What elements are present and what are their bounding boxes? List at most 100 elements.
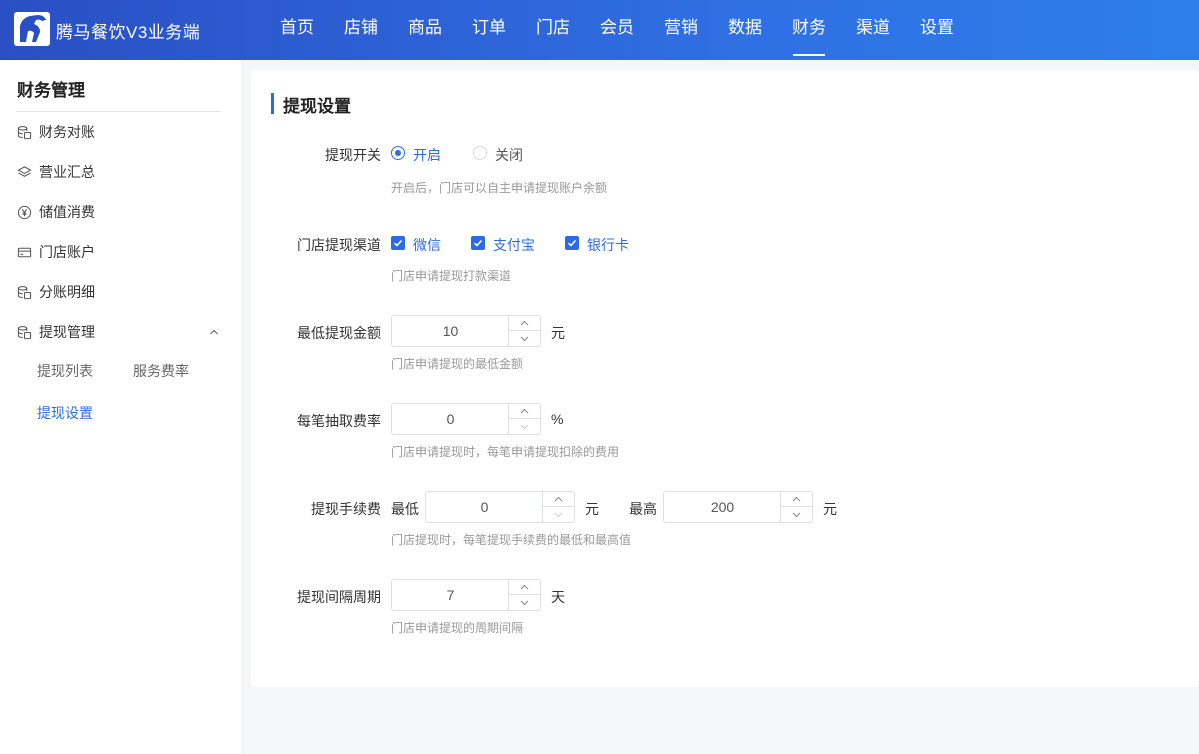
interval-unit: 天 xyxy=(551,589,565,605)
fee-rate-unit: % xyxy=(551,411,564,427)
sidebar-item-withdraw-management[interactable]: 提现管理 xyxy=(17,322,95,342)
nav-finance[interactable]: 财务 xyxy=(777,0,841,60)
nav-channels[interactable]: 渠道 xyxy=(841,0,905,60)
settings-card: 提现设置 提现开关 开启 关闭 开启后，门店可以自主申请提现账户余额 门店提现渠… xyxy=(251,70,1199,687)
coin-stack-icon xyxy=(17,125,32,139)
interval-input[interactable]: 7 xyxy=(391,579,541,611)
sidebar-item-label: 财务对账 xyxy=(39,124,95,140)
decrease-button[interactable] xyxy=(781,507,812,522)
check-icon xyxy=(473,239,483,247)
nav-orders[interactable]: 订单 xyxy=(457,0,521,60)
interval-hint: 门店申请提现的周期间隔 xyxy=(391,621,524,635)
handling-fee-max-unit: 元 xyxy=(823,501,837,517)
nav-shop[interactable]: 店铺 xyxy=(329,0,393,60)
coin-stack-icon xyxy=(17,325,32,339)
sidebar-sub-service-rate[interactable]: 服务费率 xyxy=(133,361,189,381)
nav-marketing[interactable]: 营销 xyxy=(649,0,713,60)
fee-rate-label: 每笔抽取费率 xyxy=(297,413,381,429)
sidebar-title: 财务管理 xyxy=(17,81,85,100)
fee-rate-value[interactable]: 0 xyxy=(392,404,509,434)
sidebar-divider xyxy=(16,111,221,112)
yen-circle-icon xyxy=(17,205,32,219)
nav-settings[interactable]: 设置 xyxy=(905,0,969,60)
nav-members[interactable]: 会员 xyxy=(585,0,649,60)
checkbox-wechat[interactable] xyxy=(391,236,405,250)
increase-button[interactable] xyxy=(781,492,812,507)
nav-data[interactable]: 数据 xyxy=(713,0,777,60)
checkbox-alipay-label[interactable]: 支付宝 xyxy=(493,235,535,255)
chevron-up-icon xyxy=(554,496,563,502)
handling-fee-min-unit: 元 xyxy=(585,501,599,517)
min-amount-value[interactable]: 10 xyxy=(392,316,509,346)
min-amount-input[interactable]: 10 xyxy=(391,315,541,347)
sidebar-sub-withdraw-list[interactable]: 提现列表 xyxy=(37,361,93,381)
checkbox-alipay[interactable] xyxy=(471,236,485,250)
stepper-buttons xyxy=(780,492,812,522)
handling-fee-min-label: 最低 xyxy=(391,501,419,517)
sidebar-item-label: 储值消费 xyxy=(39,204,95,220)
channels-hint: 门店申请提现打款渠道 xyxy=(391,269,512,283)
decrease-button[interactable] xyxy=(543,507,574,522)
title-accent-bar xyxy=(271,93,274,114)
sidebar-sub-withdraw-settings[interactable]: 提现设置 xyxy=(37,403,93,423)
increase-button[interactable] xyxy=(509,404,540,419)
stepper-buttons xyxy=(508,580,540,610)
decrease-button[interactable] xyxy=(509,331,540,346)
checkbox-bankcard[interactable] xyxy=(565,236,579,250)
nav-home[interactable]: 首页 xyxy=(265,0,329,60)
nav-goods[interactable]: 商品 xyxy=(393,0,457,60)
top-header: 腾马餐饮V3业务端 首页 店铺 商品 订单 门店 会员 营销 数据 财务 渠道 … xyxy=(0,0,1199,60)
handling-fee-label: 提现手续费 xyxy=(311,501,381,517)
handling-fee-max-input[interactable]: 200 xyxy=(663,491,813,523)
handling-fee-max-value[interactable]: 200 xyxy=(664,492,781,522)
handling-fee-hint: 门店提现时，每笔提现手续费的最低和最高值 xyxy=(391,533,632,547)
interval-value[interactable]: 7 xyxy=(392,580,509,610)
handling-fee-min-value[interactable]: 0 xyxy=(426,492,543,522)
coin-stack-icon xyxy=(17,285,32,299)
page-title: 提现设置 xyxy=(283,97,351,116)
sidebar-item-store-account[interactable]: 门店账户 xyxy=(17,242,95,262)
radio-disable[interactable] xyxy=(473,146,487,160)
handling-fee-max-label: 最高 xyxy=(629,501,657,517)
check-icon xyxy=(393,239,403,247)
radio-disable-label[interactable]: 关闭 xyxy=(495,145,523,165)
horse-logo-icon xyxy=(14,12,50,46)
chevron-down-icon xyxy=(520,600,529,605)
chevron-up-icon[interactable] xyxy=(208,326,220,338)
card-icon xyxy=(17,247,32,257)
chevron-down-icon xyxy=(520,336,529,341)
fee-rate-input[interactable]: 0 xyxy=(391,403,541,435)
channels-label: 门店提现渠道 xyxy=(297,237,381,253)
brand-name: 腾马餐饮V3业务端 xyxy=(56,23,201,42)
min-amount-unit: 元 xyxy=(551,325,565,341)
chevron-down-icon xyxy=(554,512,563,517)
nav-stores[interactable]: 门店 xyxy=(521,0,585,60)
increase-button[interactable] xyxy=(543,492,574,507)
fee-rate-hint: 门店申请提现时，每笔申请提现扣除的费用 xyxy=(391,445,620,459)
switch-hint: 开启后，门店可以自主申请提现账户余额 xyxy=(391,181,608,195)
increase-button[interactable] xyxy=(509,316,540,331)
sidebar-item-business-summary[interactable]: 营业汇总 xyxy=(17,162,95,182)
sidebar: 财务管理 财务对账 营业汇总 储值消费 门店账户 分账明细 提现管理 提现列表 … xyxy=(0,60,241,754)
increase-button[interactable] xyxy=(509,580,540,595)
sidebar-item-label: 门店账户 xyxy=(39,244,95,260)
sidebar-item-label: 提现管理 xyxy=(39,324,95,340)
sidebar-item-label: 营业汇总 xyxy=(39,164,95,180)
stepper-buttons xyxy=(508,404,540,434)
check-icon xyxy=(567,239,577,247)
chevron-up-icon xyxy=(792,496,801,502)
chevron-up-icon xyxy=(520,320,529,326)
handling-fee-min-input[interactable]: 0 xyxy=(425,491,575,523)
sidebar-item-stored-value[interactable]: 储值消费 xyxy=(17,202,95,222)
stepper-buttons xyxy=(542,492,574,522)
main-nav: 首页 店铺 商品 订单 门店 会员 营销 数据 财务 渠道 设置 xyxy=(265,0,969,60)
checkbox-bankcard-label[interactable]: 银行卡 xyxy=(587,235,629,255)
radio-enable-label[interactable]: 开启 xyxy=(413,145,441,165)
sidebar-item-split-details[interactable]: 分账明细 xyxy=(17,282,95,302)
checkbox-wechat-label[interactable]: 微信 xyxy=(413,235,441,255)
decrease-button[interactable] xyxy=(509,595,540,610)
radio-enable[interactable] xyxy=(391,146,405,160)
sidebar-item-reconciliation[interactable]: 财务对账 xyxy=(17,122,95,142)
decrease-button[interactable] xyxy=(509,419,540,434)
sidebar-item-label: 分账明细 xyxy=(39,284,95,300)
